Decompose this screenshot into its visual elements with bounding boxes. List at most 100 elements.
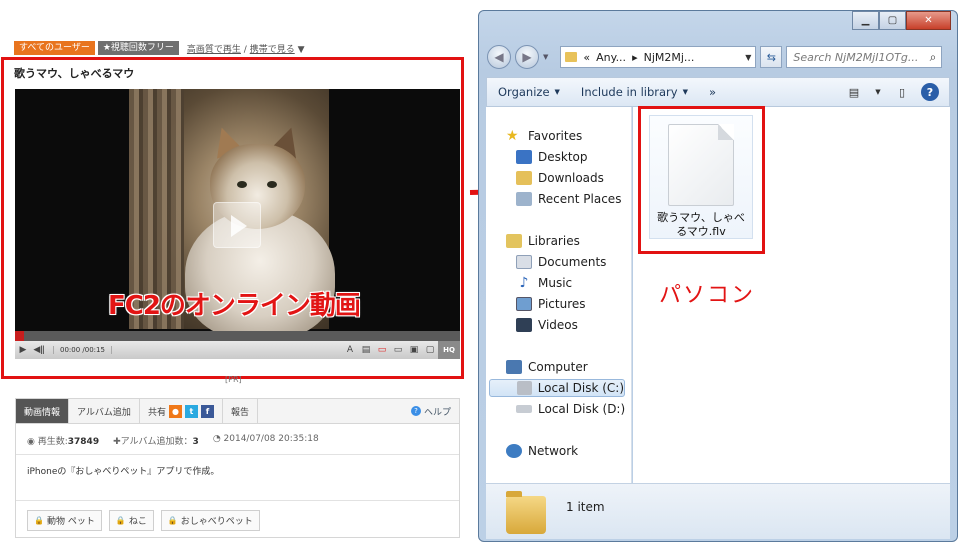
play-count-label: 再生数: <box>37 437 68 447</box>
nav-label: Local Disk (D:) <box>538 402 626 416</box>
tag-label: 動物 ペット <box>46 517 95 527</box>
nav-label: Local Disk (C:) <box>537 381 624 395</box>
more-commands-button[interactable]: » <box>698 85 726 99</box>
nav-label: Desktop <box>538 150 588 164</box>
navigation-pane: ★ Favorites Desktop Downloads Recent Plac… <box>486 107 632 483</box>
nav-label: Videos <box>538 318 578 332</box>
help-icon[interactable]: ? <box>921 83 939 101</box>
nav-videos[interactable]: Videos <box>516 316 578 334</box>
videos-icon <box>516 318 532 332</box>
dropdown-arrow-icon[interactable]: ▼ <box>298 45 305 55</box>
details-pane: 1 item <box>486 483 950 539</box>
eye-icon: ◉ <box>27 437 38 447</box>
star-icon: ★ <box>506 128 519 144</box>
address-part-1[interactable]: Any... <box>596 51 626 64</box>
tag-label: ねこ <box>128 517 147 527</box>
refresh-button[interactable]: ⇆ <box>760 46 783 68</box>
nav-desktop[interactable]: Desktop <box>516 148 588 166</box>
tab-report[interactable]: 報告 <box>223 399 258 423</box>
pictures-icon <box>516 297 532 311</box>
twitter-icon[interactable]: t <box>184 404 198 418</box>
search-input[interactable]: Search NjM2MjI1OTg... ⌕ <box>786 46 943 68</box>
forward-button[interactable]: ▶ <box>515 45 539 69</box>
nav-recent-places[interactable]: Recent Places <box>516 190 621 208</box>
top-links: 高画質で再生 / 携帯で見る ▼ <box>187 42 305 55</box>
close-button[interactable]: ✕ <box>906 11 951 30</box>
music-icon: ♪ <box>519 275 529 291</box>
item-count: 1 item <box>566 500 605 514</box>
documents-icon <box>516 255 532 269</box>
minimize-button[interactable]: ▁ <box>852 11 879 30</box>
fc2-video-page: すべてのユーザー ★視聴回数フリー 高画質で再生 / 携帯で見る ▼ 歌うマウ、… <box>0 0 470 552</box>
tag-talking-pet[interactable]: 🔒 おしゃべりペット <box>160 510 260 531</box>
view-dropdown-icon[interactable]: ▼ <box>871 86 885 98</box>
hard-drive-icon <box>517 381 532 395</box>
search-placeholder: Search NjM2MjI1OTg... <box>793 50 919 64</box>
back-button[interactable]: ◀ <box>487 45 511 69</box>
tag-cat[interactable]: 🔒 ねこ <box>108 510 154 531</box>
recent-places-icon <box>516 192 532 206</box>
hard-drive-icon <box>516 405 532 413</box>
view-options-icon[interactable]: ▤ <box>847 86 861 99</box>
nav-label: Downloads <box>538 171 604 185</box>
plus-icon: ✚ <box>113 437 121 447</box>
nav-local-disk-d[interactable]: Local Disk (D:) <box>516 400 625 418</box>
nav-computer[interactable]: Computer <box>506 358 588 376</box>
album-count-value: 3 <box>192 437 199 447</box>
play-count-value: 37849 <box>67 437 100 447</box>
include-in-library-menu[interactable]: Include in library ▼ <box>570 85 698 99</box>
tab-album-add[interactable]: アルバム追加 <box>69 399 140 423</box>
play-count: ◉ 再生数:37849 <box>27 434 99 447</box>
tab-share[interactable]: 共有 ● t f <box>140 399 223 423</box>
organize-menu[interactable]: Organize ▼ <box>487 85 570 99</box>
nav-label: Favorites <box>528 129 583 143</box>
share-label: 共有 <box>147 407 166 418</box>
explorer-window: ▁ ▢ ✕ ◀ ▶ ▼ « Any... ▸ NjM2Mj... ▼ ⇆ Sea… <box>478 10 958 542</box>
fc2-icon[interactable]: ● <box>168 404 182 418</box>
nav-documents[interactable]: Documents <box>516 253 606 271</box>
search-icon[interactable]: ⌕ <box>930 50 937 65</box>
nav-music[interactable]: ♪ Music <box>516 274 573 292</box>
address-chevron[interactable]: « <box>583 51 590 64</box>
nav-label: Recent Places <box>538 192 622 206</box>
nav-pictures[interactable]: Pictures <box>516 295 586 313</box>
facebook-icon[interactable]: f <box>200 404 214 418</box>
preview-pane-icon[interactable]: ▯ <box>895 86 909 99</box>
pr-label: [PR] <box>225 375 242 384</box>
tab-video-info[interactable]: 動画情報 <box>16 399 70 423</box>
libraries-icon <box>506 234 522 248</box>
maximize-button[interactable]: ▢ <box>879 11 906 30</box>
tag-label: おしゃべりペット <box>180 517 253 527</box>
album-count-label: アルバム追加数： <box>120 437 193 447</box>
mobile-link[interactable]: 携帯で見る <box>250 45 295 55</box>
upload-date-value: 2014/07/08 20:35:18 <box>223 434 319 444</box>
info-tabs: 動画情報 アルバム追加 共有 ● t f 報告 ? ヘルプ <box>15 398 460 424</box>
address-separator[interactable]: ▸ <box>632 51 638 64</box>
help-link[interactable]: ? ヘルプ <box>410 399 459 423</box>
tag-list: 🔒 動物 ペット 🔒 ねこ 🔒 おしゃべりペット <box>27 510 260 531</box>
address-bar[interactable]: « Any... ▸ NjM2Mj... ▼ <box>560 46 757 68</box>
recent-pages-icon[interactable]: ▼ <box>543 53 548 61</box>
hq-play-link[interactable]: 高画質で再生 <box>187 45 241 55</box>
nav-downloads[interactable]: Downloads <box>516 169 604 187</box>
divider <box>16 500 459 501</box>
nav-network[interactable]: Network <box>506 442 578 460</box>
nav-favorites[interactable]: ★ Favorites <box>506 127 582 145</box>
nav-label: Libraries <box>528 234 580 248</box>
address-part-2[interactable]: NjM2Mj... <box>644 51 695 64</box>
file-list: 歌うマウ、しゃべるマウ.flv パソコン <box>633 106 950 483</box>
address-dropdown-icon[interactable]: ▼ <box>745 53 751 62</box>
file-highlight-box <box>638 106 765 254</box>
nav-label: Pictures <box>538 297 586 311</box>
nav-label: Documents <box>538 255 607 269</box>
nav-libraries[interactable]: Libraries <box>506 232 580 250</box>
tag-animal-pet[interactable]: 🔒 動物 ペット <box>27 510 102 531</box>
nav-local-disk-c[interactable]: Local Disk (C:) <box>489 379 625 397</box>
video-stats: ◉ 再生数:37849 ✚アルバム追加数：3 ◔ 2014/07/08 20:3… <box>27 434 319 447</box>
chevron-down-icon: ▼ <box>554 88 560 96</box>
caption-buttons: ▁ ▢ ✕ <box>852 11 951 30</box>
nav-label: Network <box>528 444 579 458</box>
command-bar: Organize ▼ Include in library ▼ » ▤ ▼ ▯ ? <box>486 77 950 107</box>
help-label: ヘルプ <box>423 407 451 418</box>
computer-icon <box>506 360 522 374</box>
